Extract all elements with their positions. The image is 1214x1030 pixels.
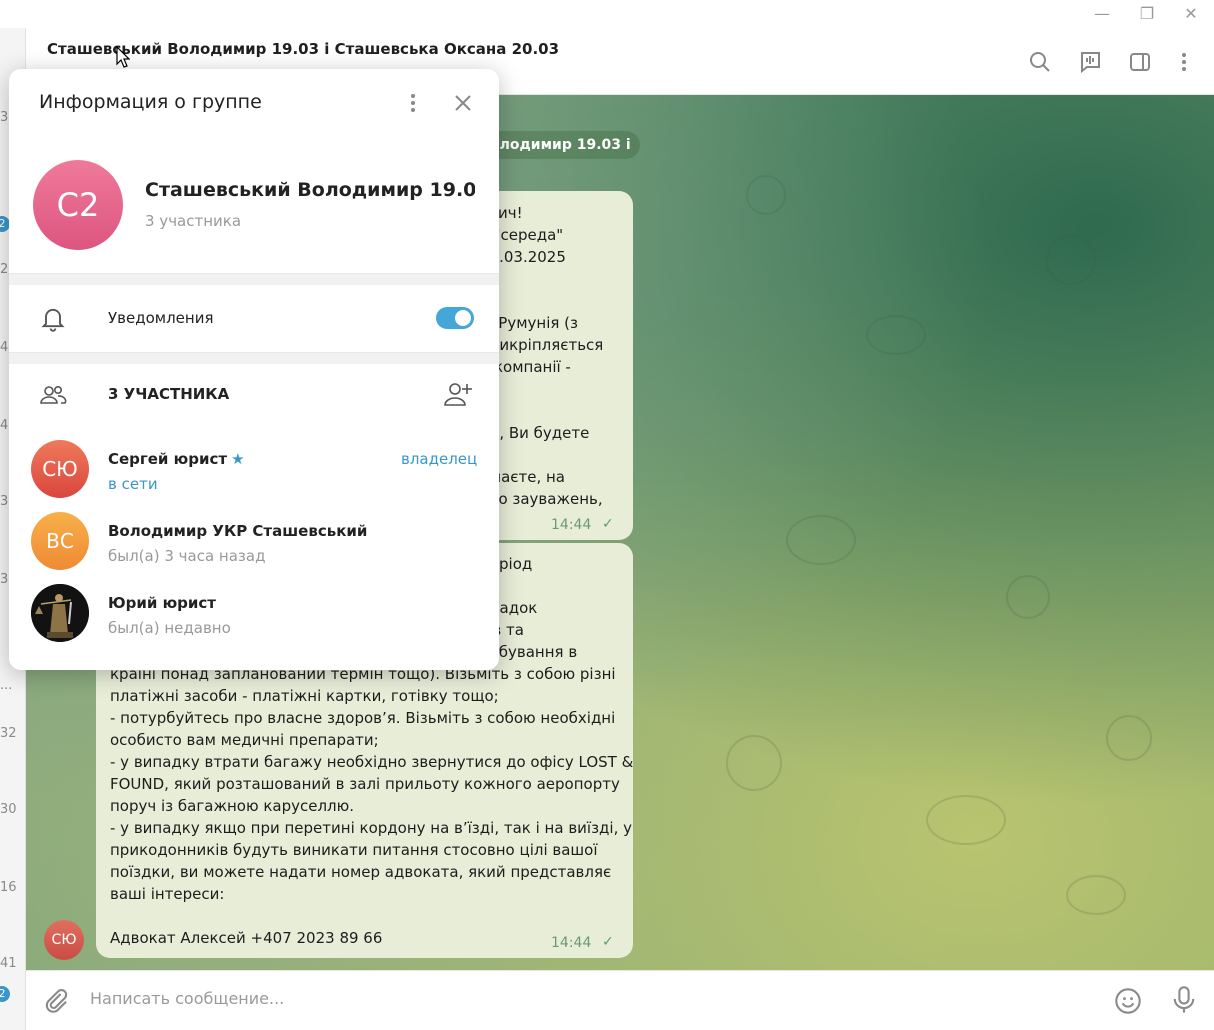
emoji-icon[interactable] bbox=[1114, 987, 1142, 1015]
sender-avatar[interactable]: СЮ bbox=[44, 920, 84, 960]
close-window-button[interactable]: ✕ bbox=[1171, 2, 1211, 26]
message-composer: Написать сообщение... bbox=[26, 970, 1214, 1030]
message-line: - у випадку втрати багажу необхідно звер… bbox=[110, 753, 634, 771]
message-line: прикодонників будуть виникати питання ст… bbox=[110, 841, 598, 859]
dialog-title: Информация о группе bbox=[39, 91, 262, 113]
member-name: Юрий юрист bbox=[108, 594, 217, 612]
message-line: поруч із багажною каруселлю. bbox=[110, 797, 355, 815]
wallpaper-doodle bbox=[926, 795, 1006, 845]
member-role: владелец bbox=[401, 450, 478, 468]
message-time: 14:44 bbox=[551, 935, 592, 951]
wallpaper-doodle bbox=[726, 735, 782, 791]
member-item[interactable]: Юрий юрист был(а) недавно bbox=[9, 584, 499, 654]
maximize-button[interactable]: ❐ bbox=[1127, 2, 1167, 26]
list-item-time: 32 bbox=[0, 726, 17, 741]
attach-icon[interactable] bbox=[42, 987, 70, 1015]
message-line: особисто вам медичні препарати; bbox=[110, 731, 379, 749]
member-status: был(а) 3 часа назад bbox=[108, 547, 266, 565]
users-icon bbox=[40, 385, 67, 404]
bell-icon bbox=[41, 308, 65, 332]
member-name: Сергей юрист ★ bbox=[108, 450, 245, 468]
message-line: платіжні засоби - платіжні картки, готів… bbox=[110, 687, 499, 705]
wallpaper-doodle bbox=[746, 175, 786, 215]
microphone-icon[interactable] bbox=[1170, 985, 1198, 1015]
notifications-toggle[interactable] bbox=[436, 307, 474, 329]
wallpaper-doodle bbox=[866, 315, 926, 355]
more-vertical-icon[interactable] bbox=[1172, 50, 1196, 74]
list-item-time: 16 bbox=[0, 880, 17, 895]
section-divider bbox=[9, 273, 499, 285]
message-line: - потурбуйтесь про власне здоров’я. Візь… bbox=[110, 709, 616, 727]
group-name: Сташевський Володимир 19.0... bbox=[145, 179, 475, 201]
member-name: Володимир УКР Сташевський bbox=[108, 522, 368, 540]
voice-chat-icon[interactable] bbox=[1078, 50, 1102, 74]
lady-justice-icon bbox=[31, 584, 89, 642]
verified-star-icon: ★ bbox=[231, 450, 245, 468]
member-status: был(а) недавно bbox=[108, 619, 231, 637]
message-line: FOUND, який розташований в залі прильоту… bbox=[110, 775, 620, 793]
message-time: 14:44 bbox=[551, 517, 592, 533]
list-item-time: ... bbox=[0, 678, 13, 693]
wallpaper-doodle bbox=[1066, 875, 1126, 915]
wallpaper-doodle bbox=[1106, 715, 1152, 761]
read-check-icon: ✓ bbox=[602, 934, 614, 950]
member-avatar: ВС bbox=[31, 512, 89, 570]
wallpaper-doodle bbox=[1006, 575, 1050, 619]
wallpaper-doodle bbox=[1046, 235, 1096, 285]
minimize-button[interactable]: — bbox=[1082, 2, 1122, 26]
mouse-cursor-icon bbox=[116, 46, 130, 68]
list-item-time: 30 bbox=[0, 802, 17, 817]
member-avatar: СЮ bbox=[31, 440, 89, 498]
notifications-label: Уведомления bbox=[108, 309, 214, 327]
group-info-dialog: Информация о группе С2 Сташевський Волод… bbox=[9, 69, 499, 670]
add-member-icon[interactable] bbox=[443, 381, 473, 407]
read-check-icon: ✓ bbox=[602, 516, 614, 532]
message-line: - у випадку якщо при перетині кордону на… bbox=[110, 819, 633, 837]
message-line: ваші інтереси: bbox=[110, 885, 225, 903]
unread-badge: 2 bbox=[0, 986, 10, 1002]
list-item-time: 41 bbox=[0, 956, 17, 971]
member-avatar-photo bbox=[31, 584, 89, 642]
message-line: Адвокат Алексей +407 2023 89 66 bbox=[110, 929, 383, 947]
group-member-count: 3 участника bbox=[145, 212, 242, 230]
sidebar-toggle-icon[interactable] bbox=[1128, 50, 1152, 74]
more-vertical-icon[interactable] bbox=[401, 91, 425, 115]
section-divider bbox=[9, 352, 499, 364]
group-avatar[interactable]: С2 bbox=[33, 160, 123, 250]
close-icon[interactable] bbox=[451, 91, 475, 115]
window-titlebar: — ❐ ✕ bbox=[0, 0, 1214, 28]
members-header: 3 УЧАСТНИКА bbox=[108, 385, 230, 403]
member-status: в сети bbox=[108, 475, 158, 493]
wallpaper-doodle bbox=[786, 515, 856, 565]
message-input[interactable]: Написать сообщение... bbox=[90, 989, 284, 1008]
message-line: поїздки, ви можете надати номер адвоката… bbox=[110, 863, 612, 881]
member-item[interactable]: ВС Володимир УКР Сташевський был(а) 3 ча… bbox=[9, 512, 499, 582]
search-icon[interactable] bbox=[1028, 50, 1052, 74]
toggle-knob bbox=[455, 310, 471, 326]
member-item[interactable]: СЮ Сергей юрист ★ в сети владелец bbox=[9, 440, 499, 510]
